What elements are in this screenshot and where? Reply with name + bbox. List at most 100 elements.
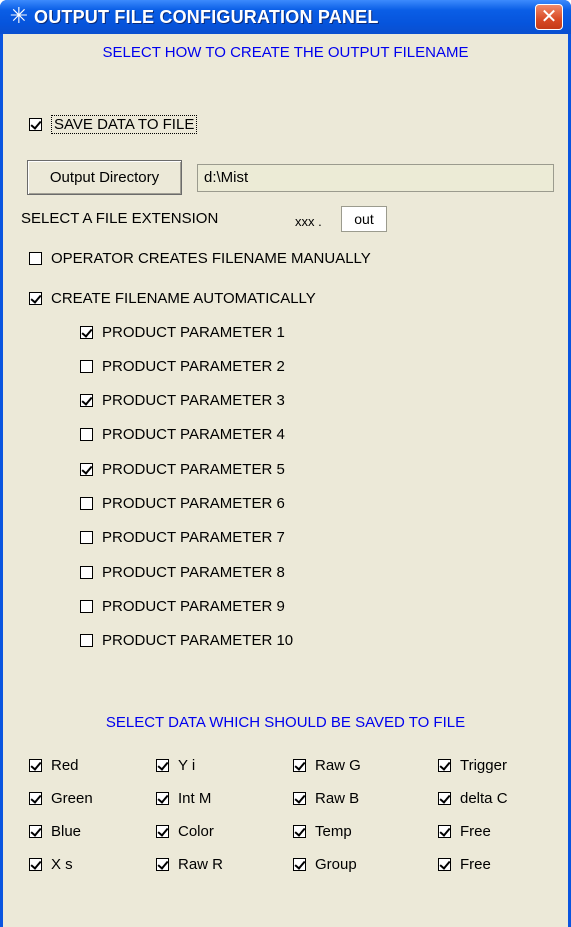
product-parameter-label: PRODUCT PARAMETER 8: [102, 563, 285, 581]
data-field-row[interactable]: Int M: [156, 787, 211, 809]
product-parameter-checkbox[interactable]: [80, 359, 93, 373]
sparkle-icon: ✳: [9, 4, 29, 29]
data-field-label: Red: [51, 756, 79, 774]
manual-filename-checkbox[interactable]: [29, 251, 42, 265]
product-parameter-label: PRODUCT PARAMETER 10: [102, 632, 294, 650]
data-field-row[interactable]: Trigger: [438, 754, 507, 776]
product-parameter-row[interactable]: PRODUCT PARAMETER 4: [80, 424, 285, 446]
data-field-row[interactable]: Y i: [156, 754, 195, 776]
data-field-checkbox[interactable]: [29, 791, 42, 805]
product-parameter-label: PRODUCT PARAMETER 6: [102, 495, 285, 512]
product-parameter-checkbox[interactable]: [80, 497, 93, 510]
data-field-row[interactable]: delta C: [438, 787, 508, 809]
data-field-checkbox[interactable]: [293, 791, 306, 805]
data-field-row[interactable]: Blue: [29, 820, 81, 842]
data-field-label: Group: [315, 855, 357, 873]
output-directory-button[interactable]: Output Directory: [27, 160, 182, 195]
product-parameter-row[interactable]: PRODUCT PARAMETER 10: [80, 630, 293, 652]
data-field-checkbox[interactable]: [29, 758, 42, 772]
data-field-row[interactable]: Free: [438, 853, 491, 875]
save-data-checkbox-row[interactable]: SAVE DATA TO FILE: [29, 113, 198, 135]
manual-filename-row[interactable]: OPERATOR CREATES FILENAME MANUALLY: [29, 247, 371, 269]
data-field-label: Trigger: [460, 756, 507, 774]
filename-heading: SELECT HOW TO CREATE THE OUTPUT FILENAME: [102, 44, 469, 61]
data-field-label: Free: [460, 855, 491, 873]
data-field-checkbox[interactable]: [156, 791, 169, 805]
data-field-checkbox[interactable]: [293, 824, 306, 838]
data-field-row[interactable]: X s: [29, 853, 73, 875]
data-field-label: Y i: [178, 756, 196, 774]
data-selection-heading: SELECT DATA WHICH SHOULD BE SAVED TO FIL…: [105, 714, 466, 731]
output-directory-field: d:\Mist: [197, 164, 554, 192]
product-parameter-row[interactable]: PRODUCT PARAMETER 2: [80, 355, 285, 377]
data-field-label: X s: [51, 855, 73, 873]
product-parameter-row[interactable]: PRODUCT PARAMETER 9: [80, 595, 285, 617]
product-parameter-checkbox[interactable]: [80, 531, 93, 545]
data-field-checkbox[interactable]: [156, 857, 169, 871]
product-parameter-row[interactable]: PRODUCT PARAMETER 5: [80, 458, 285, 480]
data-field-checkbox[interactable]: [438, 758, 451, 772]
product-parameter-label: PRODUCT PARAMETER 9: [102, 597, 285, 615]
data-field-row[interactable]: Free: [438, 820, 491, 842]
data-field-label: Blue: [51, 822, 82, 840]
product-parameter-label: PRODUCT PARAMETER 4: [102, 426, 285, 444]
close-button[interactable]: ✕: [535, 4, 563, 30]
data-field-label: Raw R: [178, 855, 224, 873]
data-field-row[interactable]: Group: [293, 853, 357, 875]
data-field-checkbox[interactable]: [293, 857, 306, 871]
panel-body: SELECT HOW TO CREATE THE OUTPUT FILENAME…: [3, 34, 568, 927]
data-field-row[interactable]: Red: [29, 754, 79, 776]
auto-filename-label: CREATE FILENAME AUTOMATICALLY: [51, 289, 316, 307]
data-field-checkbox[interactable]: [293, 758, 306, 772]
data-field-label: Raw B: [315, 789, 360, 807]
product-parameter-label: PRODUCT PARAMETER 5: [102, 460, 285, 478]
data-field-label: Int M: [178, 789, 212, 807]
data-field-label: delta C: [460, 789, 508, 807]
data-field-row[interactable]: Raw R: [156, 853, 223, 875]
auto-filename-checkbox[interactable]: [29, 291, 42, 305]
product-parameter-row[interactable]: PRODUCT PARAMETER 6: [80, 493, 285, 515]
output-file-config-window: ✳ OUTPUT FILE CONFIGURATION PANEL ✕ SELE…: [0, 0, 571, 927]
product-parameter-label: PRODUCT PARAMETER 3: [102, 392, 285, 410]
product-parameter-checkbox[interactable]: [80, 634, 93, 648]
data-field-row[interactable]: Green: [29, 787, 93, 809]
product-parameter-checkbox[interactable]: [80, 325, 93, 339]
data-field-label: Color: [178, 822, 214, 840]
product-parameter-checkbox[interactable]: [80, 394, 93, 408]
data-field-checkbox[interactable]: [438, 824, 451, 838]
product-parameter-checkbox[interactable]: [80, 565, 93, 579]
data-field-row[interactable]: Color: [156, 820, 214, 842]
product-parameter-checkbox[interactable]: [80, 599, 93, 613]
auto-filename-row[interactable]: CREATE FILENAME AUTOMATICALLY: [29, 287, 316, 309]
data-field-checkbox[interactable]: [156, 824, 169, 838]
product-parameter-row[interactable]: PRODUCT PARAMETER 8: [80, 561, 285, 583]
data-field-label: Temp: [315, 822, 352, 840]
data-field-checkbox[interactable]: [156, 758, 169, 772]
title-bar[interactable]: ✳ OUTPUT FILE CONFIGURATION PANEL ✕: [0, 0, 571, 34]
data-field-checkbox[interactable]: [29, 824, 42, 838]
window-title: OUTPUT FILE CONFIGURATION PANEL: [34, 7, 379, 27]
product-parameter-row[interactable]: PRODUCT PARAMETER 7: [80, 527, 285, 549]
product-parameter-row[interactable]: PRODUCT PARAMETER 1: [80, 321, 285, 343]
manual-filename-label: OPERATOR CREATES FILENAME MANUALLY: [51, 249, 371, 267]
data-field-label: Free: [460, 822, 491, 840]
product-parameter-label: PRODUCT PARAMETER 2: [102, 357, 285, 375]
data-field-row[interactable]: Raw B: [293, 787, 359, 809]
product-parameter-checkbox[interactable]: [80, 462, 93, 476]
product-parameter-checkbox[interactable]: [80, 428, 93, 442]
close-icon: ✕: [540, 4, 558, 28]
file-extension-input[interactable]: out: [341, 206, 387, 232]
data-field-row[interactable]: Temp: [293, 820, 352, 842]
data-field-checkbox[interactable]: [438, 791, 451, 805]
data-field-label: Raw G: [315, 756, 361, 774]
data-field-checkbox[interactable]: [438, 857, 451, 871]
data-field-checkbox[interactable]: [29, 857, 42, 871]
save-data-label: SAVE DATA TO FILE: [51, 114, 198, 134]
file-extension-prefix: xxx .: [295, 214, 322, 229]
product-parameter-label: PRODUCT PARAMETER 1: [102, 323, 285, 341]
data-field-label: Green: [51, 789, 93, 807]
data-field-row[interactable]: Raw G: [293, 754, 361, 776]
product-parameter-row[interactable]: PRODUCT PARAMETER 3: [80, 390, 285, 412]
save-data-checkbox[interactable]: [29, 117, 42, 131]
product-parameter-label: PRODUCT PARAMETER 7: [102, 529, 285, 547]
